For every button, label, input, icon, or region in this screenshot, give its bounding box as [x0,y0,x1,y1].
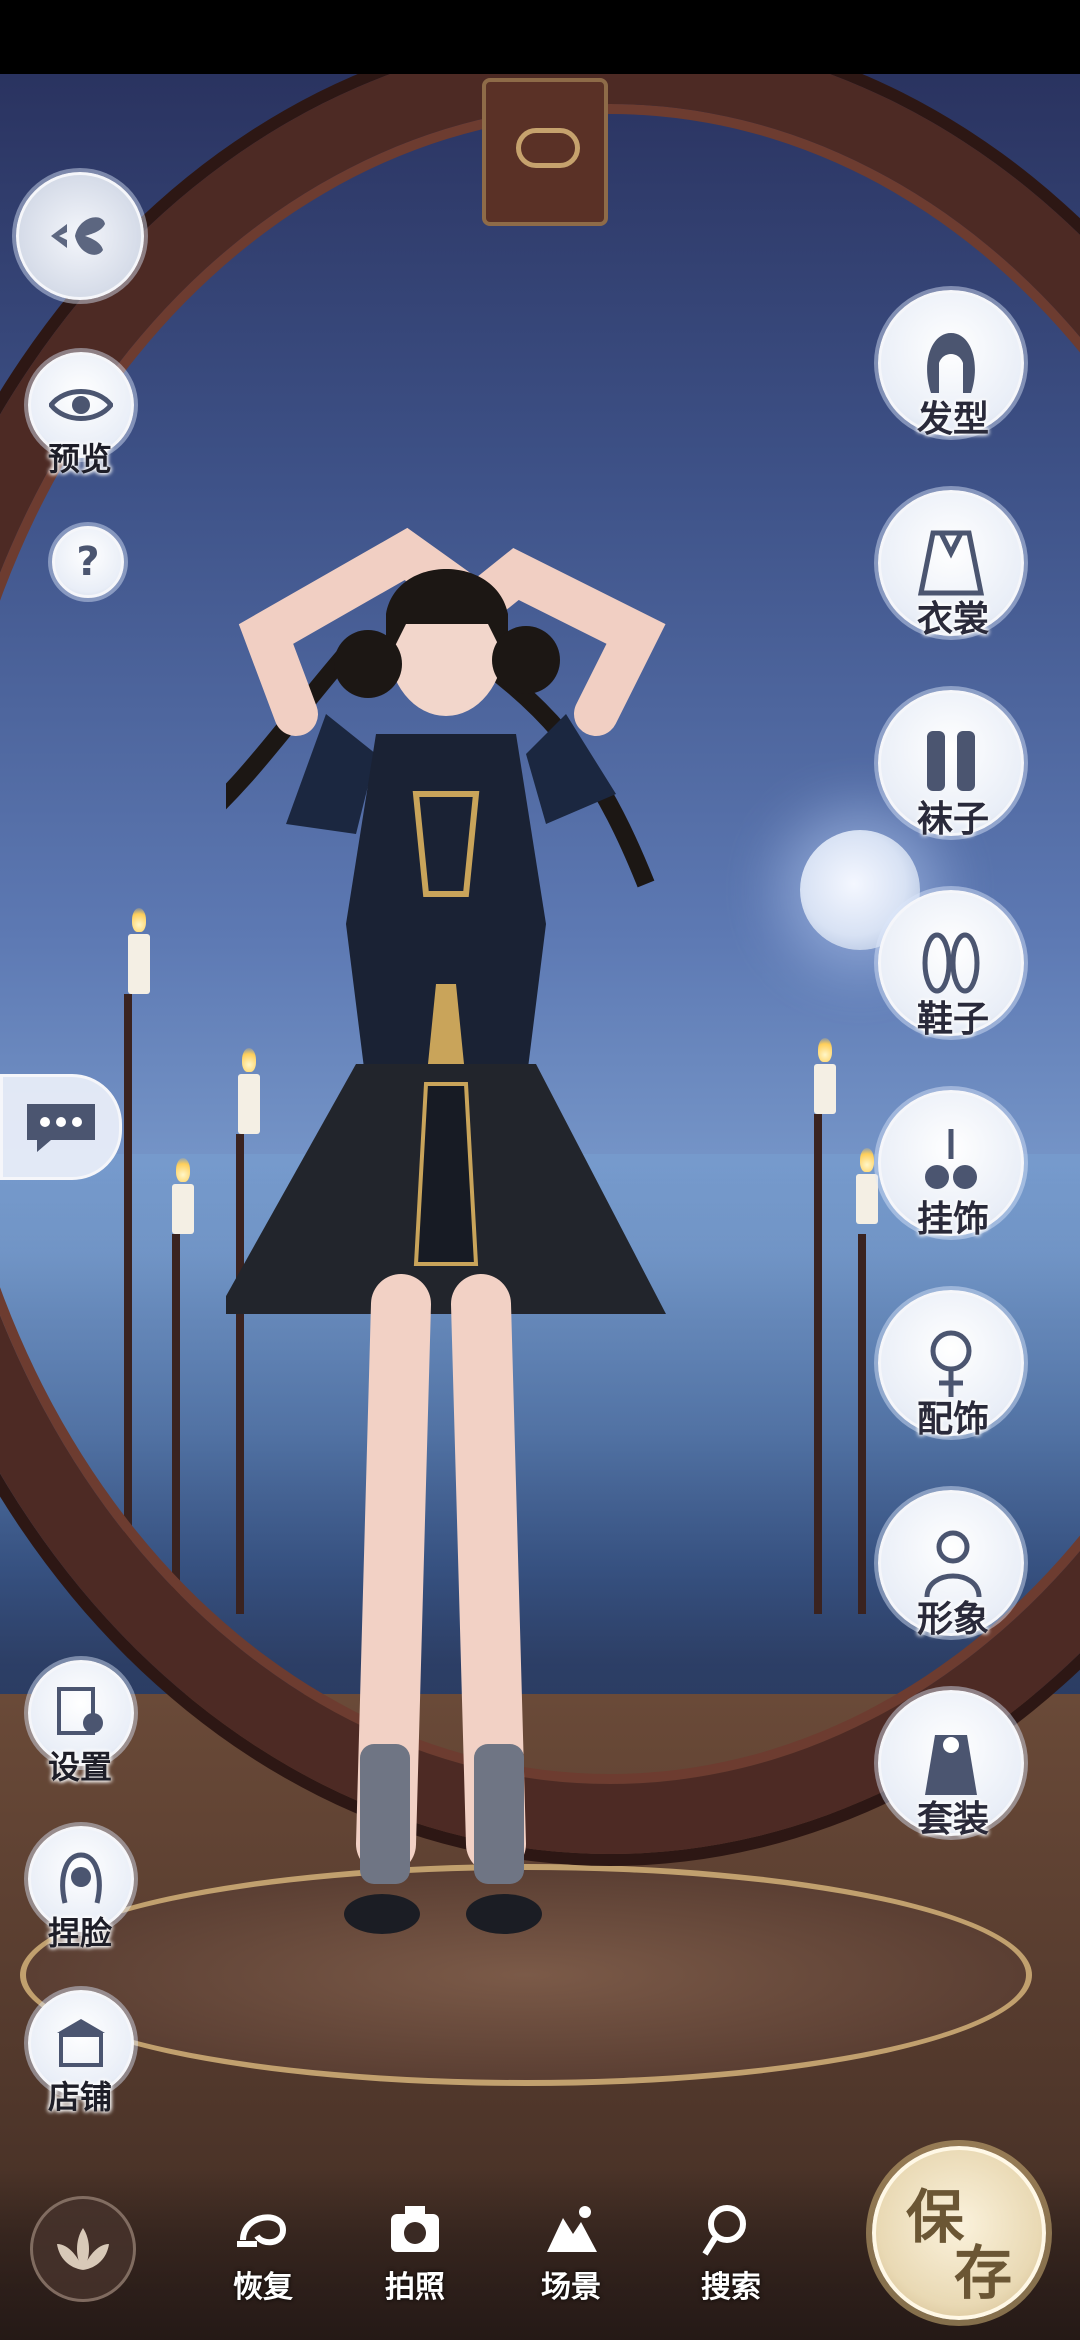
eye-icon [49,389,113,421]
save-button[interactable]: 保 存 [872,2146,1046,2320]
character-avatar [226,527,666,1934]
save-char-2: 存 [954,2239,1013,2307]
settings-button[interactable]: 设置 [20,1660,140,1810]
menu-socks[interactable]: 袜子 [878,690,1028,840]
search-label: 搜索 [701,2270,761,2305]
shop-button[interactable]: 店铺 [20,1990,140,2140]
settings-label: 设置 [47,1748,112,1786]
back-butterfly-icon [51,217,105,255]
menu-outfit-set-label: 套装 [916,1798,989,1840]
back-button[interactable] [16,172,144,300]
camera-icon [391,2206,439,2252]
menu-socks-label: 袜子 [916,798,989,840]
help-icon: ? [76,539,100,585]
scene-label: 场景 [541,2270,601,2305]
menu-outfit-set[interactable]: 套装 [878,1690,1028,1840]
help-button[interactable]: ? [52,526,124,598]
lotus-menu-button[interactable] [30,2196,136,2302]
restore-button[interactable]: 恢复 [208,2200,318,2310]
lotus-icon [57,2228,109,2270]
menu-clothing[interactable]: 衣裳 [878,490,1028,640]
search-icon [702,2205,746,2256]
camera-button[interactable]: 拍照 [360,2200,470,2310]
menu-shoes[interactable]: 鞋子 [878,890,1028,1040]
menu-clothing-label: 衣裳 [916,598,989,640]
scene-button[interactable]: 场景 [516,2200,626,2310]
face-edit-label: 捏脸 [47,1914,112,1952]
face-edit-button[interactable]: 捏脸 [20,1826,140,1976]
shop-label: 店铺 [47,2078,112,2116]
menu-pendant[interactable]: 挂饰 [878,1090,1028,1240]
restore-label: 恢复 [233,2270,293,2305]
settings-icon [57,1687,103,1735]
preview-label: 预览 [47,440,112,478]
chat-bubble-icon [27,1104,95,1152]
chat-button[interactable] [0,1074,122,1180]
menu-shoes-label: 鞋子 [916,998,989,1040]
shop-icon [57,2019,105,2067]
menu-appearance[interactable]: 形象 [878,1490,1028,1640]
preview-button[interactable]: 预览 [20,352,140,502]
menu-accessory[interactable]: 配饰 [878,1290,1028,1440]
face-edit-icon [60,1852,102,1904]
menu-pendant-label: 挂饰 [916,1198,989,1240]
scene-icon [547,2206,597,2252]
menu-hairstyle[interactable]: 发型 [878,290,1028,440]
camera-label: 拍照 [385,2270,445,2305]
search-button[interactable]: 搜索 [676,2200,786,2310]
menu-accessory-label: 配饰 [916,1398,989,1440]
menu-appearance-label: 形象 [916,1598,989,1640]
menu-hairstyle-label: 发型 [916,398,989,440]
status-bar [0,0,1080,74]
gate-ornament [482,78,608,226]
restore-icon [237,2214,287,2247]
